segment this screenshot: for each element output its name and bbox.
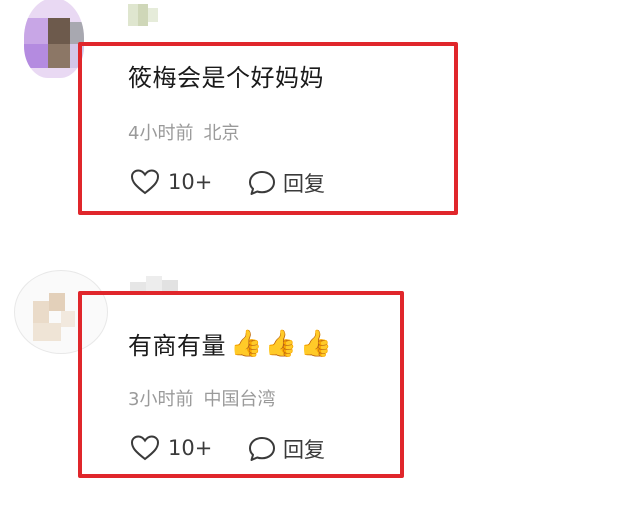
like-count: 10+ (168, 170, 213, 194)
avatar[interactable] (24, 0, 84, 78)
reply-button[interactable]: 回复 (247, 434, 325, 464)
thumbs-up-emoji-group: 👍 👍 👍 (230, 331, 335, 357)
reply-button[interactable]: 回复 (247, 168, 325, 198)
reply-label: 回复 (283, 438, 325, 462)
username-blurred[interactable] (128, 4, 158, 26)
comment-time: 3小时前 (128, 389, 194, 410)
comment-text: 筱梅会是个好妈妈 (128, 58, 324, 93)
comment-location: 中国台湾 (203, 389, 276, 410)
like-button[interactable]: 10+ (130, 434, 212, 462)
reply-label: 回复 (283, 172, 325, 196)
comment-meta: 4小时前 北京 (128, 119, 239, 145)
comment-text: 有商有量 👍 👍 👍 (128, 326, 335, 361)
speech-bubble-icon (247, 169, 277, 197)
heart-outline-icon (130, 168, 160, 196)
comment-body: 有商有量 (128, 332, 226, 360)
like-count: 10+ (168, 436, 213, 460)
speech-bubble-icon (247, 435, 277, 463)
comment-time: 4小时前 (128, 123, 194, 144)
like-button[interactable]: 10+ (130, 168, 212, 196)
comment-body: 筱梅会是个好妈妈 (128, 64, 324, 92)
comment-meta: 3小时前 中国台湾 (128, 385, 275, 411)
heart-outline-icon (130, 434, 160, 462)
comment-location: 北京 (203, 123, 240, 144)
thumbs-up-emoji: 👍 (230, 328, 263, 359)
thumbs-up-emoji: 👍 (264, 328, 298, 359)
thumbs-up-emoji: 👍 (299, 328, 333, 359)
